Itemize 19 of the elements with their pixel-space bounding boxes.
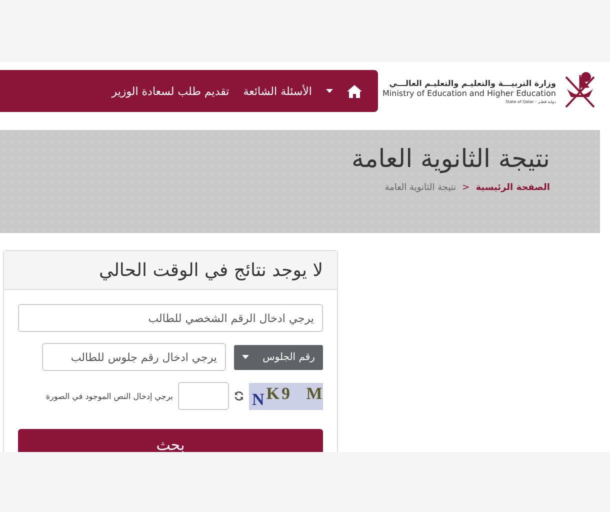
nav-link[interactable]: الأسئلة الشائعة: [243, 84, 312, 98]
nav-link[interactable]: تقديم طلب لسعادة الوزير: [112, 84, 230, 98]
ministry-name-arabic: وزارة التربيـــة والتعليـم والتعليـم العالـــي: [389, 78, 556, 88]
home-icon[interactable]: [347, 84, 362, 98]
caret-icon: [326, 89, 333, 93]
panel-title: لا يوجد نتائج في الوقت الحالي: [98, 260, 323, 280]
captcha-field[interactable]: [178, 382, 229, 410]
caret-icon: [242, 355, 249, 359]
refresh-icon[interactable]: [234, 391, 244, 401]
seat-number-field[interactable]: يرجي ادخال رقم جلوس للطالب: [42, 343, 226, 371]
ministry-name-english: Ministry of Education and Higher Education: [382, 88, 556, 98]
page-title: نتيجة الثانوية العامة: [350, 144, 550, 173]
breadcrumb-item[interactable]: الصفحة الرئيسية: [476, 183, 550, 193]
captcha-hint: يرجي إدخال النص الموجود في الصورة: [46, 392, 173, 400]
personal-id-field[interactable]: يرجي ادخال الرقم الشخصي للطالب: [18, 304, 323, 332]
id-type-dropdown[interactable]: رقم الجلوس: [234, 344, 323, 370]
search-button[interactable]: بحث: [18, 429, 323, 452]
breadcrumb-item: نتيجة الثانوية العامة: [384, 183, 456, 193]
breadcrumb-separator: <: [462, 183, 470, 193]
